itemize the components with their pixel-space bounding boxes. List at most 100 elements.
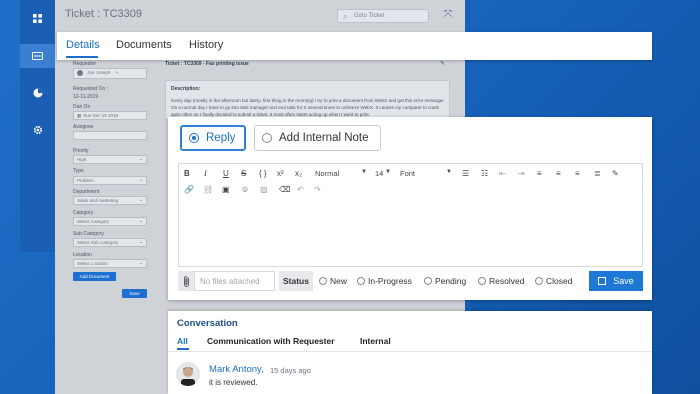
- sidebar-item-dashboard[interactable]: [20, 6, 55, 30]
- status-option-label: New: [330, 276, 348, 286]
- requested-on-value: 12-11-2019: [73, 94, 99, 100]
- conversation-title: Conversation: [177, 318, 238, 329]
- tab-history[interactable]: History: [189, 39, 223, 51]
- message-timestamp: 15 days ago: [270, 366, 311, 375]
- priority-label: Priority: [73, 148, 89, 154]
- ticket-title: Ticket : TC3309: [65, 8, 143, 20]
- embed-icon[interactable]: ▣: [222, 185, 230, 195]
- goto-placeholder: Goto Ticket: [354, 13, 385, 19]
- bullet-list-icon[interactable]: ☰: [462, 169, 469, 179]
- bold-icon[interactable]: B: [184, 169, 190, 179]
- font-select[interactable]: Font ▼: [400, 169, 452, 178]
- assignee-label: Assignee: [73, 124, 94, 130]
- type-label: Type: [73, 168, 84, 174]
- edit-icon[interactable]: ✎: [440, 60, 445, 67]
- status-label: Status: [279, 271, 313, 291]
- add-document-button[interactable]: Add Document: [73, 272, 116, 281]
- subscript-icon[interactable]: x₂: [295, 169, 302, 179]
- requester-field[interactable]: Joe Joseph ×: [73, 68, 147, 79]
- calendar-icon: ▦: [77, 113, 82, 118]
- format-value: Normal: [315, 169, 340, 178]
- form-save-button[interactable]: Save: [122, 289, 147, 298]
- superscript-icon[interactable]: x²: [277, 169, 284, 179]
- numbered-list-icon[interactable]: ☷: [481, 169, 488, 179]
- italic-icon[interactable]: I: [204, 169, 207, 179]
- conversation-tab-requester[interactable]: Communication with Requester: [207, 336, 335, 346]
- reply-label: Reply: [206, 132, 236, 144]
- align-left-icon[interactable]: ≡: [537, 169, 542, 179]
- unlink-icon[interactable]: ⛓: [203, 185, 213, 195]
- status-option-resolved[interactable]: Resolved: [478, 276, 524, 286]
- status-option-new[interactable]: New: [319, 276, 347, 286]
- subcategory-select[interactable]: Select Sub Category ⌄: [73, 238, 147, 247]
- requester-avatar: [77, 70, 83, 76]
- status-option-in-progress[interactable]: In-Progress: [357, 276, 412, 286]
- align-center-icon[interactable]: ≡: [556, 169, 561, 179]
- radio-icon: [319, 277, 327, 285]
- internal-note-mode-button[interactable]: Add Internal Note: [254, 125, 381, 151]
- no-files-text: No files attached: [200, 277, 260, 286]
- department-label: Department: [73, 189, 100, 195]
- redo-icon[interactable]: ↷: [314, 185, 321, 195]
- tab-details[interactable]: Details: [66, 39, 100, 51]
- message-author[interactable]: Mark Antony,: [209, 364, 264, 375]
- category-select[interactable]: Select Category ⌄: [73, 217, 147, 226]
- reply-editor[interactable]: [178, 163, 643, 267]
- requested-on-label: Requested On :: [73, 86, 109, 92]
- status-option-label: Resolved: [489, 276, 525, 286]
- caret-down-icon: ▼: [385, 169, 391, 175]
- indent-icon[interactable]: ⇥: [518, 169, 525, 179]
- due-on-label: Due On: [73, 104, 91, 110]
- conversation-tab-internal[interactable]: Internal: [360, 336, 391, 346]
- strikethrough-icon[interactable]: S: [241, 169, 246, 179]
- save-reply-button[interactable]: Save: [589, 271, 643, 291]
- undo-icon[interactable]: ↶: [297, 185, 304, 195]
- requester-label: Requester: [73, 61, 97, 67]
- clear-format-icon[interactable]: ⌫: [279, 185, 290, 195]
- active-tab-indicator: [66, 56, 98, 58]
- reply-mode-button[interactable]: Reply: [180, 125, 246, 151]
- type-select[interactable]: Problem ⌄: [73, 176, 147, 185]
- department-select[interactable]: Sales and marketing ⌄: [73, 196, 147, 205]
- status-option-closed[interactable]: Closed: [535, 276, 572, 286]
- pie-chart-icon: [33, 88, 42, 98]
- category-label: Category: [73, 210, 94, 216]
- font-value: Font: [400, 169, 416, 178]
- sidebar-item-reports[interactable]: [20, 81, 55, 105]
- tab-documents[interactable]: Documents: [116, 39, 172, 51]
- goto-ticket-input[interactable]: ⌕ Goto Ticket: [337, 9, 429, 23]
- emoji-icon[interactable]: ☺: [241, 185, 249, 195]
- conversation-tab-all[interactable]: All: [177, 336, 188, 346]
- paperclip-icon[interactable]: [178, 271, 195, 291]
- status-option-label: Closed: [546, 276, 573, 286]
- underline-icon[interactable]: U: [223, 169, 229, 179]
- status-option-pending[interactable]: Pending: [424, 276, 466, 286]
- ticket-subject: Ticket : TC3309 - Fax printing issue: [165, 61, 249, 67]
- assignee-field[interactable]: [73, 131, 147, 140]
- text-color-icon[interactable]: ✎: [612, 169, 619, 179]
- chevron-down-icon: ⌄: [138, 156, 143, 162]
- location-select[interactable]: Select Location ⌄: [73, 259, 147, 268]
- code-block-icon[interactable]: { }: [259, 169, 267, 179]
- subcategory-label: Sub-Category: [73, 231, 104, 237]
- format-select[interactable]: Normal ▼: [315, 169, 367, 178]
- font-size-value: 14: [375, 169, 384, 178]
- align-justify-icon[interactable]: ≣: [594, 169, 601, 179]
- requester-value: Joe Joseph: [87, 70, 111, 76]
- image-icon[interactable]: ▨: [260, 185, 268, 195]
- remove-requester-icon[interactable]: ×: [116, 70, 119, 75]
- sidebar-item-settings[interactable]: [20, 118, 55, 142]
- internal-note-label: Add Internal Note: [279, 132, 369, 144]
- dashboard-icon: [33, 13, 42, 23]
- search-icon: ⌕: [343, 12, 348, 21]
- align-right-icon[interactable]: ≡: [575, 169, 580, 179]
- outdent-icon[interactable]: ⇤: [499, 169, 506, 179]
- sidebar-item-tickets[interactable]: [20, 44, 55, 68]
- expand-icon[interactable]: ⤧: [444, 9, 452, 20]
- priority-select[interactable]: High ⌄: [73, 155, 147, 164]
- link-icon[interactable]: 🔗: [184, 185, 194, 195]
- location-label: Location: [73, 252, 92, 258]
- font-size-select[interactable]: 14 ▼: [375, 169, 391, 178]
- due-on-field[interactable]: ▦ Sun Dec 15 2019: [73, 111, 147, 120]
- department-value: Sales and marketing: [77, 198, 119, 203]
